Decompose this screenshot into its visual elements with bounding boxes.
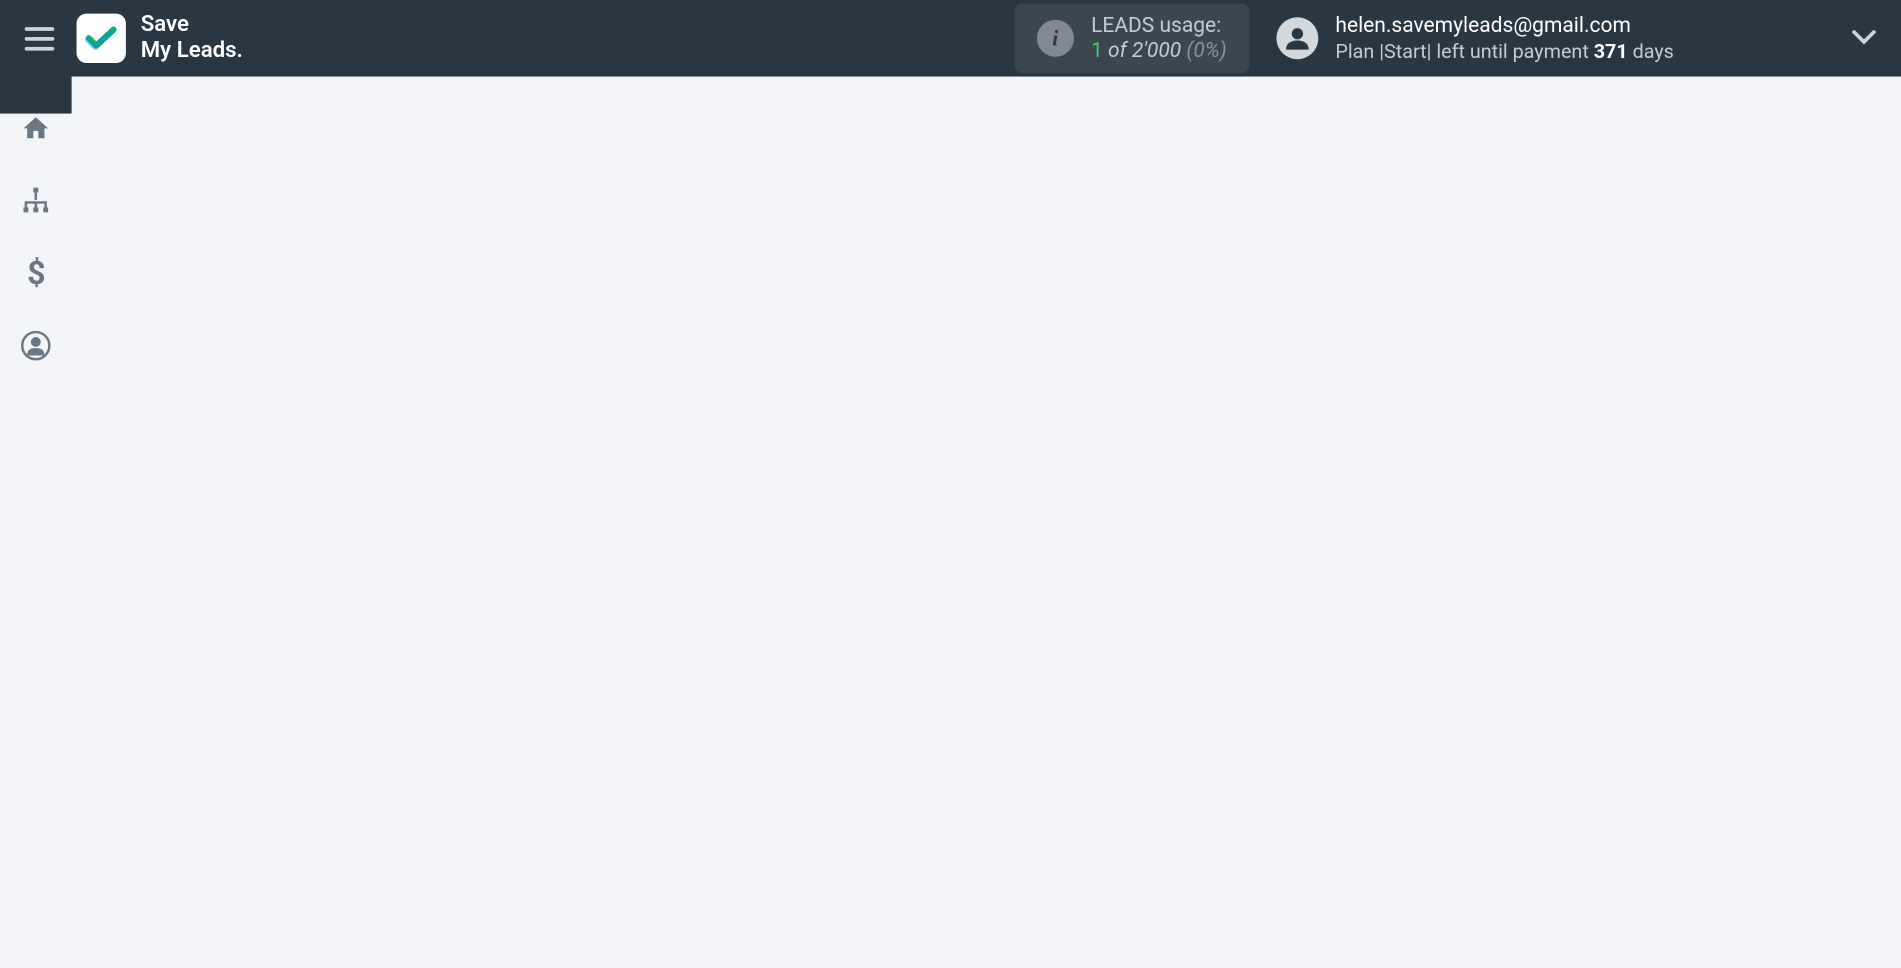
sidebar-item-pricing[interactable]: $ (0, 257, 72, 289)
info-icon: i (1037, 20, 1074, 57)
app-logo-text[interactable]: Save My Leads. (141, 13, 243, 64)
main-content: TWILIO SendGrid Add Contacts Add data to… (72, 77, 1901, 89)
svg-text:$: $ (27, 257, 45, 289)
account-menu[interactable]: helen.savemyleads@gmail.com Plan |Start|… (1276, 12, 1876, 65)
usage-value: 1 of 2'000 (0%) (1091, 38, 1227, 63)
leads-usage-box[interactable]: i LEADS usage: 1 of 2'000 (0%) (1015, 4, 1249, 73)
chevron-down-icon (1852, 27, 1877, 50)
account-plan: Plan |Start| left until payment 371 days (1335, 39, 1673, 65)
usage-label: LEADS usage: (1091, 14, 1227, 39)
avatar-icon (1276, 17, 1318, 59)
top-header: Save My Leads. i LEADS usage: 1 of 2'000… (0, 0, 1901, 77)
sidebar-nav: $ (0, 77, 72, 114)
account-email: helen.savemyleads@gmail.com (1335, 12, 1673, 39)
app-logo-icon[interactable] (77, 14, 126, 63)
logo-line-1: Save (141, 13, 243, 39)
logo-line-2: My Leads. (141, 38, 243, 64)
sidebar-item-account[interactable] (0, 331, 72, 361)
sidebar-item-home[interactable] (0, 114, 72, 144)
sidebar-item-connections[interactable] (0, 185, 72, 215)
hamburger-menu-icon[interactable] (25, 27, 55, 50)
